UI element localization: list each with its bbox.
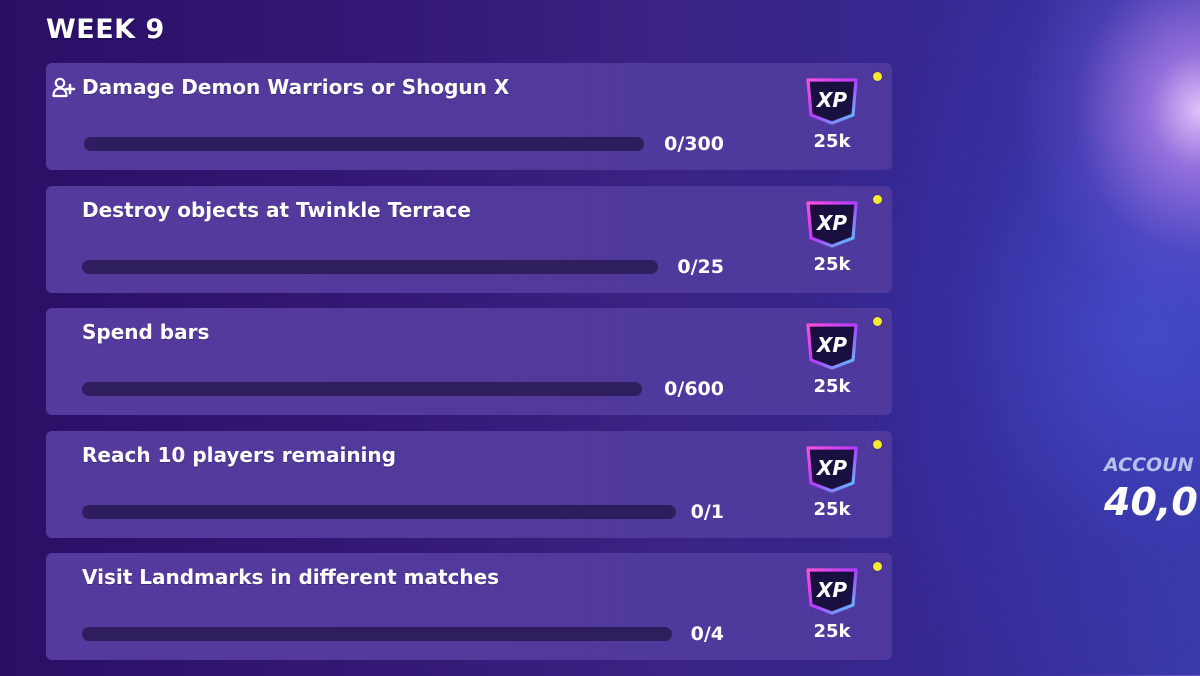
quest-card[interactable]: Damage Demon Warriors or Shogun X 0/300 … bbox=[46, 63, 892, 170]
quest-title: Spend bars bbox=[82, 320, 210, 344]
progress-count: 0/25 bbox=[677, 255, 724, 278]
account-value: 40,0 bbox=[1104, 480, 1198, 524]
xp-label: XP bbox=[815, 578, 847, 602]
xp-amount: 25k bbox=[813, 376, 851, 397]
quest-card[interactable]: Visit Landmarks in different matches 0/4… bbox=[46, 553, 892, 660]
progress-count: 0/300 bbox=[664, 133, 724, 155]
xp-label: XP bbox=[815, 88, 847, 112]
progress-bar bbox=[84, 137, 644, 151]
quest-card[interactable]: Destroy objects at Twinkle Terrace 0/25 … bbox=[46, 185, 892, 293]
xp-label: XP bbox=[815, 211, 847, 235]
progress-count: 0/600 bbox=[664, 378, 724, 400]
quest-title: Destroy objects at Twinkle Terrace bbox=[82, 197, 471, 222]
new-indicator-dot bbox=[873, 562, 882, 571]
new-indicator-dot bbox=[873, 72, 882, 81]
progress-bar bbox=[82, 504, 676, 519]
quest-card[interactable]: Reach 10 players remaining 0/1 XP 25k bbox=[46, 430, 892, 538]
progress-count: 0/4 bbox=[690, 623, 724, 645]
quest-title: Reach 10 players remaining bbox=[82, 442, 396, 467]
xp-amount: 25k bbox=[813, 131, 851, 152]
progress-bar bbox=[82, 627, 672, 641]
new-indicator-dot bbox=[873, 439, 882, 449]
progress-bar bbox=[82, 259, 658, 274]
xp-amount: 25k bbox=[813, 498, 851, 520]
quest-title: Visit Landmarks in different matches bbox=[82, 565, 500, 589]
xp-reward-icon: XP bbox=[806, 445, 858, 493]
xp-amount: 25k bbox=[813, 253, 851, 275]
xp-reward-icon: XP bbox=[806, 200, 858, 248]
progress-count: 0/1 bbox=[690, 500, 724, 523]
party-quest-icon bbox=[52, 77, 76, 98]
quest-list: Damage Demon Warriors or Shogun X 0/300 … bbox=[46, 63, 892, 676]
account-label: ACCOUN bbox=[1104, 454, 1194, 476]
xp-label: XP bbox=[815, 333, 847, 357]
quest-card[interactable]: Spend bars 0/600 XP 25k bbox=[46, 308, 892, 415]
account-level-panel: ACCOUN 40,0 bbox=[1100, 440, 1200, 540]
xp-reward-icon: XP bbox=[806, 568, 858, 615]
xp-reward-icon: XP bbox=[806, 323, 858, 370]
quest-title: Damage Demon Warriors or Shogun X bbox=[82, 75, 510, 99]
xp-label: XP bbox=[815, 456, 847, 480]
progress-bar bbox=[82, 382, 642, 396]
new-indicator-dot bbox=[873, 194, 882, 204]
week-title: WEEK 9 bbox=[46, 14, 165, 45]
xp-amount: 25k bbox=[813, 621, 851, 642]
xp-reward-icon: XP bbox=[806, 78, 858, 125]
new-indicator-dot bbox=[873, 317, 882, 326]
